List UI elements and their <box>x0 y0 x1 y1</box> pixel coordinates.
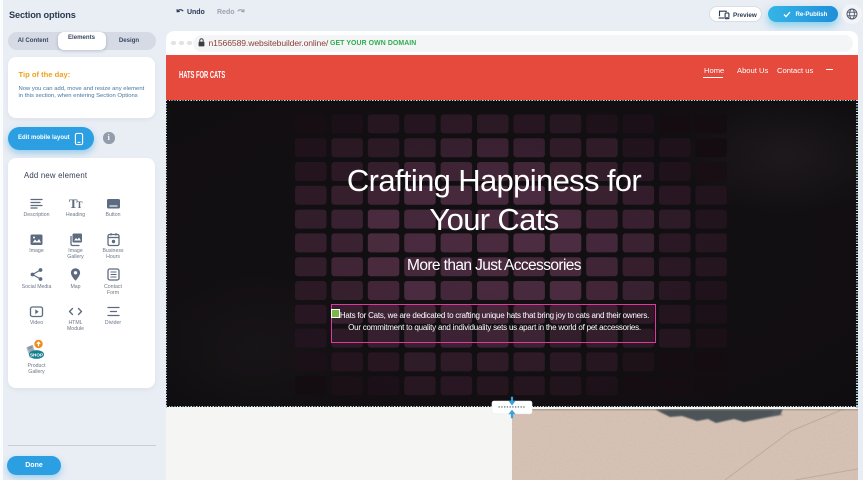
svg-text:T: T <box>77 200 83 210</box>
svg-text:SHOP: SHOP <box>29 352 42 357</box>
